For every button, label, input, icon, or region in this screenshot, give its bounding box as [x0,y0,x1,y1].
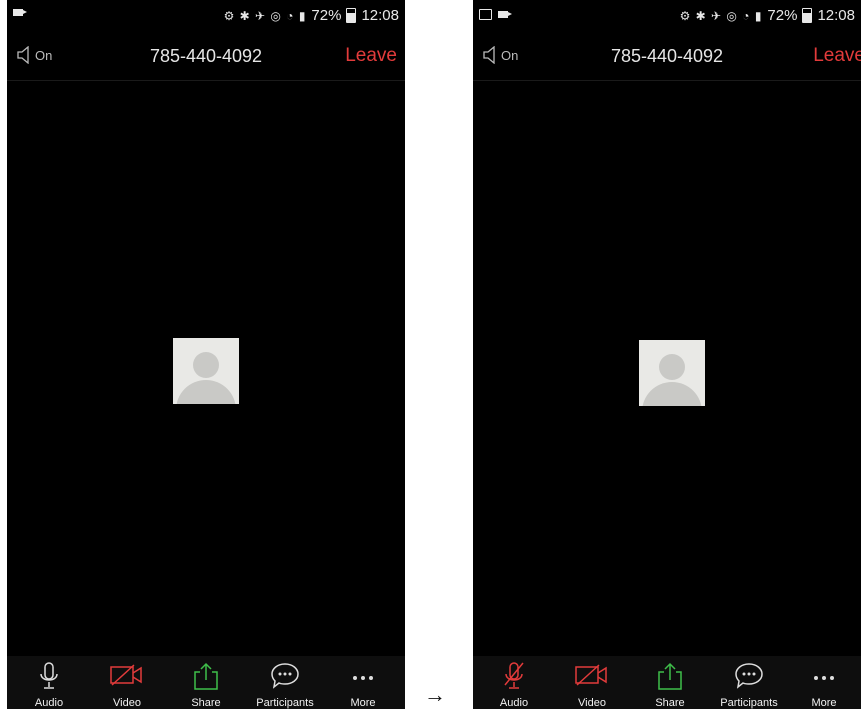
meeting-title: 785-440-4092 [610,46,724,66]
more-button[interactable]: More [323,656,403,709]
meeting-header: On 785-440-4092 Leave [7,34,405,81]
participant-avatar [173,338,239,404]
camera-status-icon [13,9,27,16]
video-button[interactable]: Video [87,656,167,709]
audio-label: Audio [499,697,529,709]
chat-bubble-icon [735,663,763,689]
participants-label: Participants [720,697,778,709]
status-icons: ⚙ ✱ ✈ ◎ ◔ ▮ [223,8,307,23]
transition-arrow: → [424,682,446,707]
share-label: Share [191,697,221,709]
participant-avatar [639,340,705,406]
status-bar: ⚙ ✱ ✈ ◎ ◔ ▮ 72% 12:08 [7,0,405,34]
more-dots-icon [353,676,373,680]
more-dots-icon [814,676,834,680]
camera-status-icon [498,11,512,18]
share-icon [658,662,682,690]
more-label: More [350,697,376,709]
participants-button[interactable]: Participants [709,656,789,709]
meeting-toolbar: Audio Video Share Participants More [7,656,405,709]
share-button[interactable]: Share [166,656,246,709]
microphone-icon [40,662,58,689]
participants-button[interactable]: Participants [245,656,325,709]
chat-bubble-icon [271,663,299,689]
share-label: Share [655,697,685,709]
audio-button[interactable]: Audio [474,656,554,709]
status-icons: ⚙ ✱ ✈ ◎ ◔ ▮ [679,8,763,23]
leave-button[interactable]: Leave [813,45,861,67]
call-screen-after: ⚙ ✱ ✈ ◎ ◔ ▮ 72% 12:08 On 785-440-4092 Le… [473,0,861,709]
meeting-toolbar: Audio Video Share Participants More [473,656,861,709]
status-bar: ⚙ ✱ ✈ ◎ ◔ ▮ 72% 12:08 [473,0,861,34]
video-label: Video [578,697,606,709]
leave-button[interactable]: Leave [345,45,397,67]
video-off-icon [575,664,607,686]
share-button[interactable]: Share [630,656,710,709]
audio-button[interactable]: Audio [9,656,89,709]
clock: 12:08 [817,7,855,24]
meeting-header: On 785-440-4092 Leave [473,34,861,81]
battery-icon [802,8,813,23]
video-button[interactable]: Video [552,656,632,709]
more-label: More [811,697,837,709]
battery-percent: 72% [311,7,342,24]
video-off-icon [110,664,142,686]
battery-percent: 72% [767,7,798,24]
participants-label: Participants [256,697,314,709]
call-screen-before: ⚙ ✱ ✈ ◎ ◔ ▮ 72% 12:08 On 785-440-4092 Le… [7,0,405,709]
clock: 12:08 [361,7,399,24]
microphone-muted-icon [504,662,524,689]
share-icon [194,662,218,690]
more-button[interactable]: More [788,656,860,709]
audio-label: Audio [34,697,64,709]
battery-icon [346,8,357,23]
image-status-icon [479,9,492,20]
video-label: Video [113,697,141,709]
